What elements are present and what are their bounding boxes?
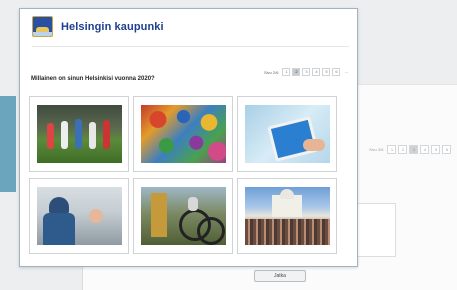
survey-page-1[interactable]: 1 <box>282 68 291 76</box>
next-page-arrow-icon[interactable]: → <box>343 69 348 75</box>
survey-pagination: Sivu 2/6 1 2 3 4 5 6 → <box>264 68 348 76</box>
survey-page-3[interactable]: 3 <box>302 68 311 76</box>
background-page-2[interactable]: 2 <box>398 145 408 154</box>
background-accent-bar <box>0 96 16 192</box>
survey-card: Helsingin kaupunki Sivu 2/6 1 2 3 4 5 6 … <box>19 8 358 267</box>
image-option-sports[interactable] <box>29 96 129 172</box>
survey-page-5[interactable]: 5 <box>322 68 331 76</box>
question-text: Millainen on sinun Helsinkisi vuonna 202… <box>31 76 155 82</box>
background-page-4[interactable]: 4 <box>420 145 430 154</box>
tablet-photo <box>245 105 330 163</box>
survey-page-2[interactable]: 2 <box>292 68 301 76</box>
image-options-grid <box>29 96 339 261</box>
cyclist-photo <box>141 187 226 245</box>
background-page-5[interactable]: 5 <box>431 145 441 154</box>
background-pagination: Sivu 3/6 1 2 3 4 5 6 <box>369 145 452 154</box>
puzzle-photo <box>141 105 226 163</box>
survey-page-4[interactable]: 4 <box>312 68 321 76</box>
image-option-child-window[interactable] <box>29 178 129 254</box>
background-page-1[interactable]: 1 <box>387 145 397 154</box>
image-option-puzzle[interactable] <box>133 96 233 172</box>
survey-page-label: Sivu 2/6 <box>264 69 279 75</box>
city-crest-icon <box>32 16 53 37</box>
image-option-tablet[interactable] <box>237 96 337 172</box>
crowd-cathedral-photo <box>245 187 330 245</box>
brand-header: Helsingin kaupunki <box>32 16 164 37</box>
continue-button[interactable]: Jatka <box>254 270 306 282</box>
background-page-label: Sivu 3/6 <box>369 147 384 152</box>
image-option-crowd-cathedral[interactable] <box>237 178 337 254</box>
header-divider <box>32 46 349 47</box>
brand-title: Helsingin kaupunki <box>61 20 164 33</box>
sports-photo <box>37 105 122 163</box>
background-page-3[interactable]: 3 <box>409 145 419 154</box>
image-option-cyclist[interactable] <box>133 178 233 254</box>
survey-page-6[interactable]: 6 <box>332 68 341 76</box>
child-window-photo <box>37 187 122 245</box>
background-page-6[interactable]: 6 <box>442 145 452 154</box>
